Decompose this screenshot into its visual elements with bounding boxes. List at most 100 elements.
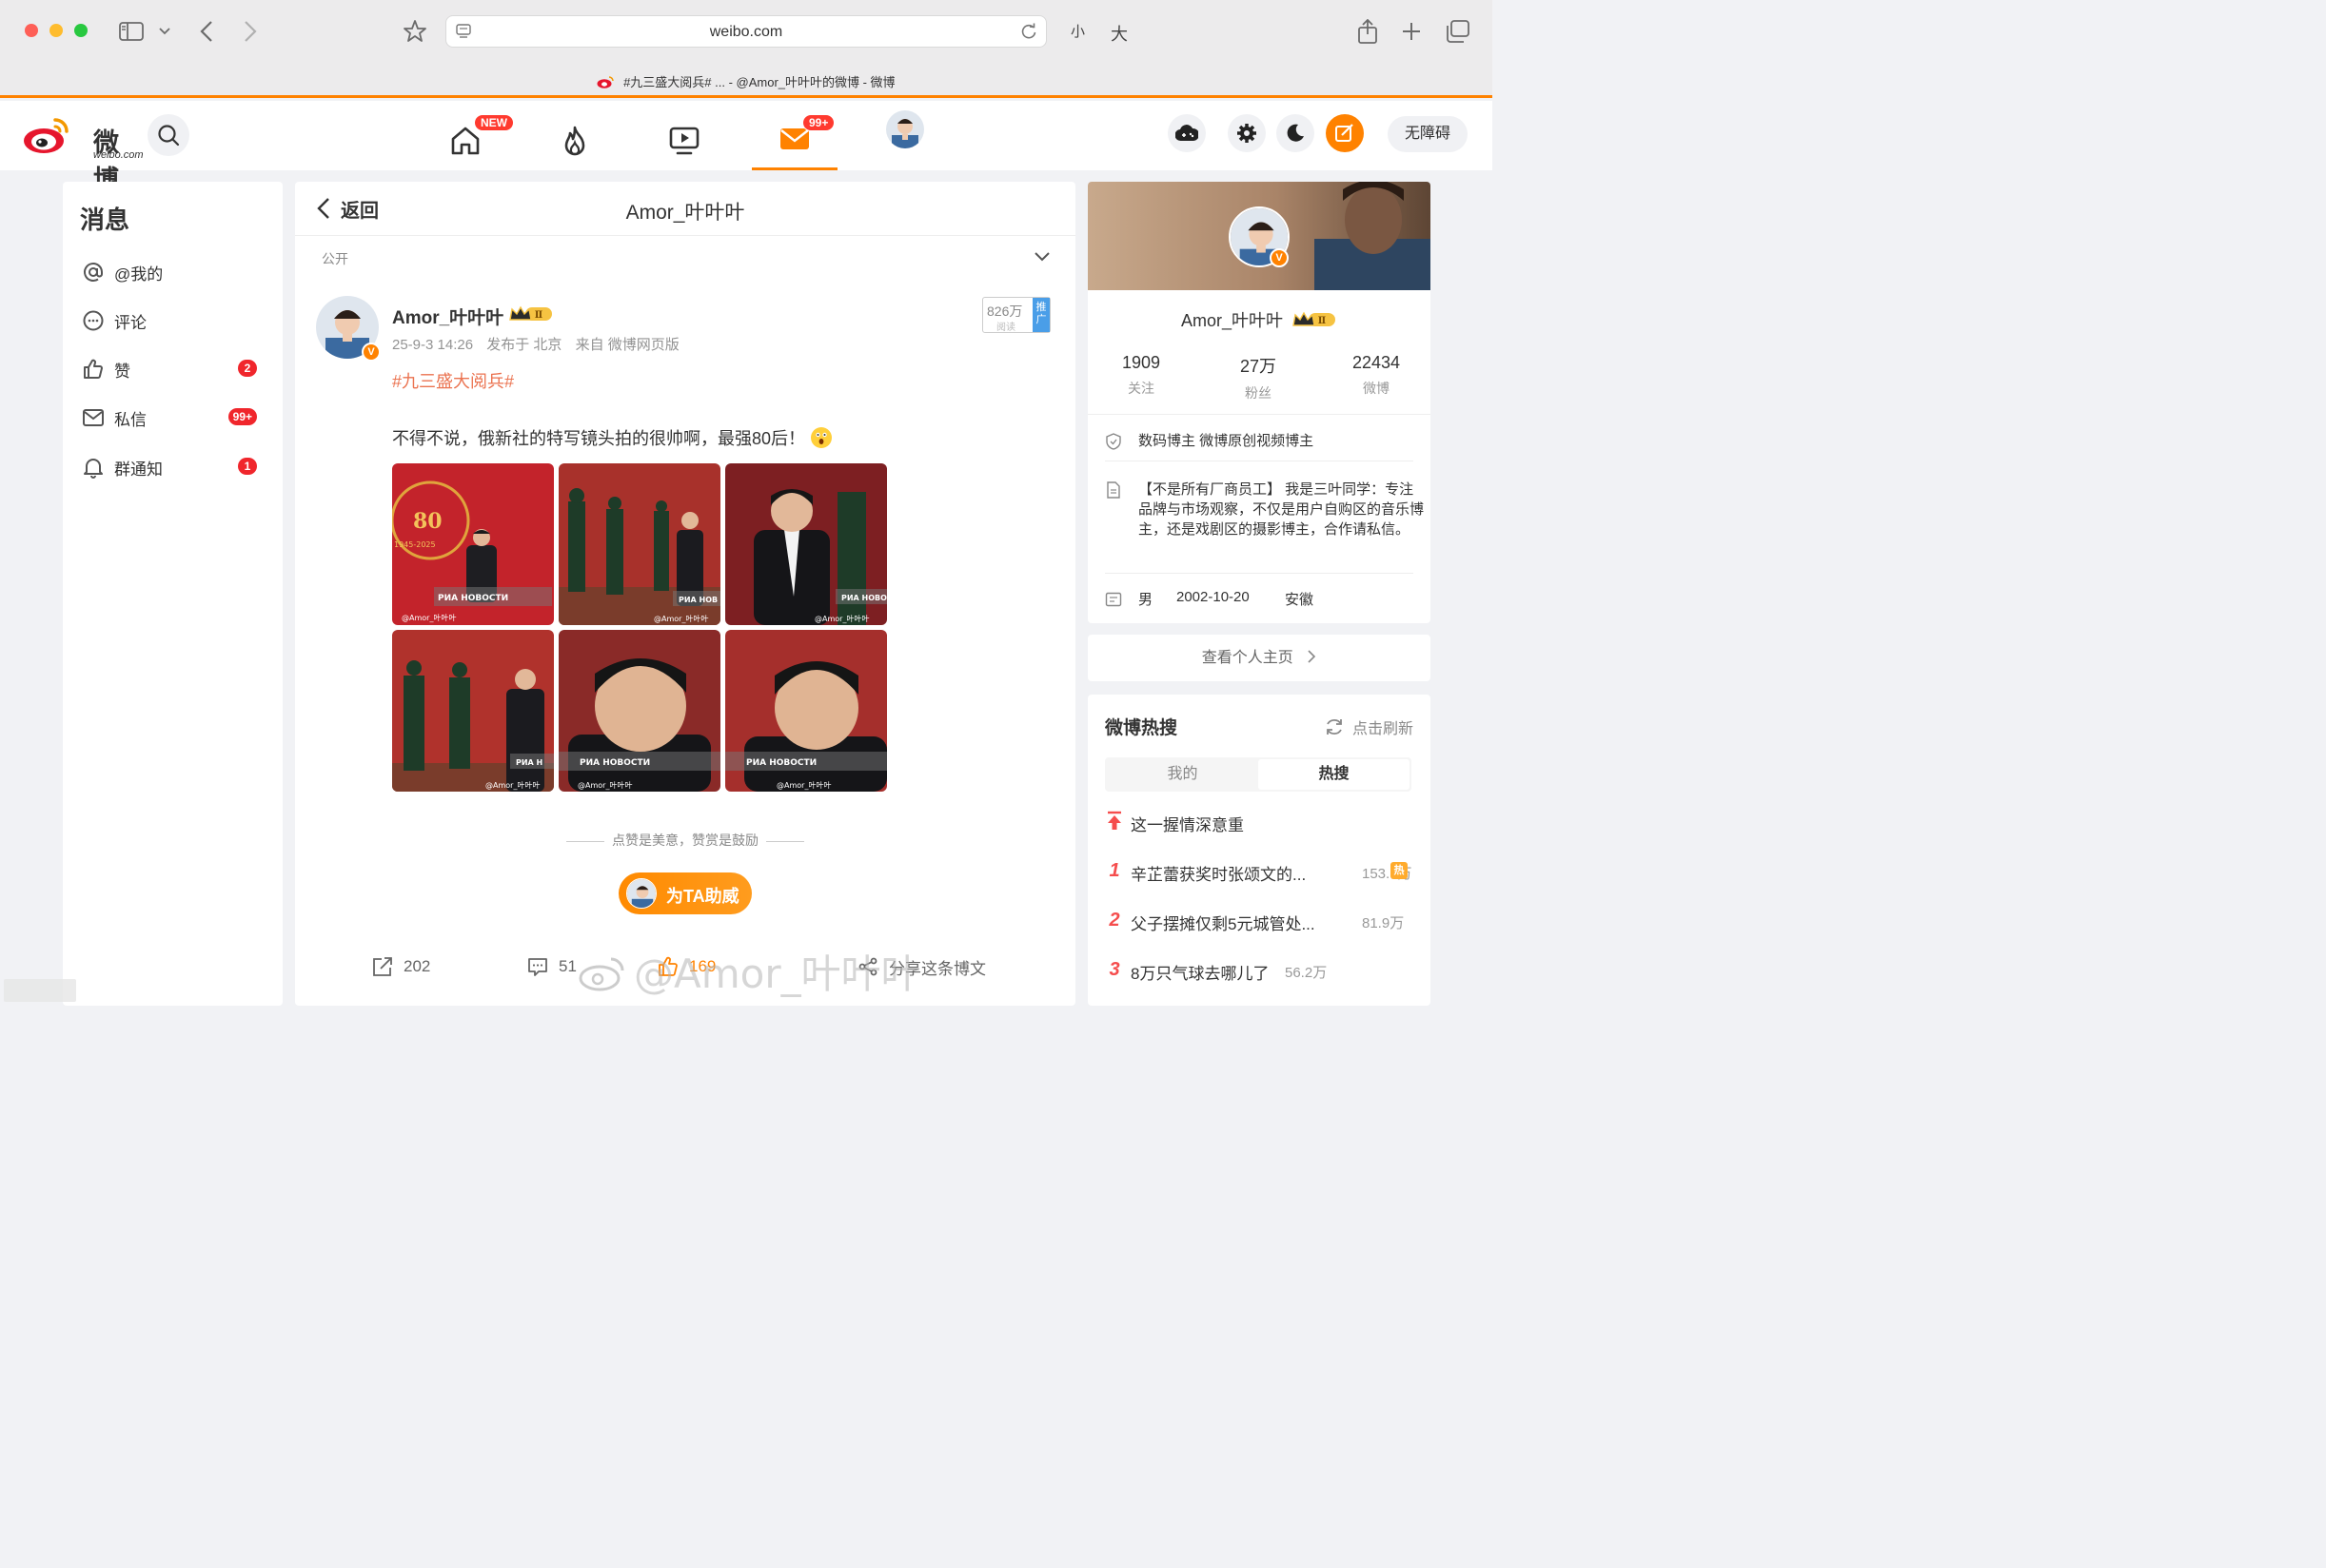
stat-following[interactable]: 1909 关注	[1088, 353, 1198, 398]
nav-profile-avatar[interactable]	[886, 110, 924, 148]
image-source-text: РИА НОВОСТИ	[580, 758, 650, 768]
crown-level-icon: Ⅱ	[509, 305, 552, 321]
sidebar-toggle-icon[interactable]	[118, 17, 145, 46]
hot-rank: 1	[1109, 860, 1120, 881]
video-icon	[669, 127, 700, 154]
image-watermark-text: @Amor_叶叶叶	[578, 781, 632, 790]
dark-mode-button[interactable]	[1276, 114, 1314, 152]
stat-number: 1909	[1121, 353, 1161, 372]
image-watermark-text: @Amor_叶叶叶	[654, 615, 708, 623]
likes-count-badge: 2	[238, 360, 257, 377]
repost-button[interactable]: 202	[371, 954, 430, 979]
messages-count-badge: 99+	[802, 114, 836, 131]
sidebar-item-comments[interactable]: 评论	[82, 302, 263, 340]
back-arrow-icon[interactable]	[194, 17, 219, 46]
hot-search-tabs: 我的 热搜	[1105, 757, 1411, 792]
cheer-label: 为TA助威	[666, 887, 739, 906]
post-hashtag-link[interactable]: #九三盛大阅兵#	[392, 368, 514, 393]
post-image[interactable]: РИА НОВ @Amor_叶叶叶	[559, 463, 720, 625]
group-notice-count-badge: 1	[238, 458, 257, 475]
new-tab-icon[interactable]	[1399, 17, 1424, 46]
nav-video-tab[interactable]	[641, 110, 727, 170]
url-text[interactable]: weibo.com	[446, 24, 1046, 41]
chevron-down-icon[interactable]	[156, 17, 173, 46]
certification-text: 数码博主 微博原创视频博主	[1138, 433, 1314, 449]
hot-search-text: 这一握情深意重	[1131, 816, 1244, 834]
hot-rank: 3	[1109, 959, 1120, 980]
profile-verified-badge: V	[1270, 248, 1289, 267]
shield-icon	[1106, 433, 1121, 450]
hot-search-text: 辛芷蕾获奖时张颂文的...	[1131, 866, 1307, 884]
hot-search-title: 微博热搜	[1105, 718, 1178, 738]
tab-mine[interactable]: 我的	[1107, 759, 1258, 790]
promote-tag[interactable]: 推广	[1033, 298, 1050, 332]
post-image[interactable]: РИА НОВО @Amor_叶叶叶	[725, 463, 887, 625]
tab-title[interactable]: #九三盛大阅兵# ... - @Amor_叶叶叶的微博 - 微博	[0, 72, 1492, 90]
search-button[interactable]	[148, 114, 189, 156]
weibo-favicon-icon	[597, 76, 615, 88]
post-image[interactable]: РИА Н @Amor_叶叶叶	[392, 630, 554, 792]
hot-search-item[interactable]: 3 8万只气球去哪儿了 56.2万	[1105, 957, 1411, 986]
hot-search-item[interactable]: 2 父子摆摊仅剩5元城管处... 81.9万	[1105, 908, 1411, 936]
post-image[interactable]: РИА НОВОСТИ @Amor_叶叶叶	[559, 630, 720, 792]
comment-button[interactable]: 51	[526, 954, 577, 979]
browser-chrome: weibo.com 小 大 #九三盛大阅兵# ... - @Amor_叶叶叶的微…	[0, 0, 1492, 98]
hot-search-item[interactable]: 1 辛芷蕾获奖时张颂文的... 153.7万	[1105, 858, 1411, 887]
minimize-window-button[interactable]	[49, 24, 63, 37]
read-count-box[interactable]: 826万 阅读 推广	[982, 297, 1051, 333]
forward-arrow-icon[interactable]	[238, 17, 263, 46]
zoom-out-button[interactable]: 小	[1071, 21, 1085, 41]
visibility-selector[interactable]: 公开	[295, 237, 1075, 277]
post-body-text: 不得不说，俄新社的特写镜头拍的很帅啊，最强80后！	[392, 425, 833, 450]
thumbs-up-icon	[84, 359, 103, 379]
hot-search-text: 父子摆摊仅剩5元城管处...	[1131, 915, 1315, 933]
view-profile-button[interactable]: 查看个人主页	[1088, 635, 1430, 681]
image-watermark-text: @Amor_叶叶叶	[402, 614, 456, 622]
sidebar-item-direct-messages[interactable]: 私信 99+	[82, 399, 263, 437]
share-icon[interactable]	[1355, 17, 1380, 46]
sidebar-item-group-notices[interactable]: 群通知 1	[82, 448, 263, 486]
fullscreen-window-button[interactable]	[74, 24, 88, 37]
bookmark-star-icon[interactable]	[402, 17, 428, 46]
hot-search-count: 56.2万	[1285, 965, 1328, 981]
sidebar-item-likes[interactable]: 赞 2	[82, 350, 263, 388]
hot-refresh-button[interactable]: 点击刷新	[1324, 715, 1413, 738]
divider	[1105, 573, 1413, 574]
tab-hot[interactable]: 热搜	[1258, 759, 1409, 790]
stat-posts[interactable]: 22434 微博	[1319, 353, 1430, 398]
sidebar-title: 消息	[80, 206, 130, 234]
stat-followers[interactable]: 27万 粉丝	[1201, 353, 1315, 402]
reload-icon[interactable]	[1019, 22, 1038, 41]
post-image[interactable]: 80 1945-2025 РИА НОВОСТИ @Amor_叶叶叶	[392, 463, 554, 625]
tab-title-text: #九三盛大阅兵# ... - @Amor_叶叶叶的微博 - 微博	[623, 75, 896, 89]
chevron-down-icon	[1035, 252, 1050, 262]
image-watermark-text: @Amor_叶叶叶	[815, 615, 869, 623]
stat-label: 微博	[1363, 381, 1390, 396]
post-author-name[interactable]: Amor_叶叶叶	[392, 304, 503, 329]
post-image[interactable]: РИА НОВОСТИ @Amor_叶叶叶	[725, 630, 887, 792]
accessibility-button[interactable]: 无障碍	[1388, 116, 1468, 152]
gear-icon	[1237, 124, 1256, 143]
image-source-text: РИА НОВО	[841, 594, 887, 602]
hot-search-card: 微博热搜 点击刷新 我的 热搜 这一握情深意重 1 辛芷蕾获奖时张颂文的... …	[1088, 695, 1430, 1006]
hot-rank: 2	[1109, 910, 1120, 931]
game-button[interactable]	[1168, 114, 1206, 152]
profile-name[interactable]: Amor_叶叶叶	[1181, 311, 1283, 330]
hot-search-pinned[interactable]: 这一握情深意重	[1105, 809, 1411, 837]
weibo-logo[interactable]: 微博 weibo.com	[23, 114, 144, 195]
post-time[interactable]: 25-9-3 14:26	[392, 337, 473, 353]
zoom-in-button[interactable]: 大	[1111, 21, 1128, 46]
nav-hot-tab[interactable]	[532, 110, 618, 170]
search-icon	[158, 125, 180, 147]
address-bar[interactable]: weibo.com	[445, 15, 1047, 48]
close-window-button[interactable]	[25, 24, 38, 37]
tab-overview-icon[interactable]	[1445, 17, 1471, 46]
sidebar-item-mentions[interactable]: @我的	[82, 253, 263, 291]
post-body-content: 不得不说，俄新社的特写镜头拍的很帅啊，最强80后！	[392, 429, 806, 448]
hot-refresh-label: 点击刷新	[1351, 721, 1413, 737]
cheer-button[interactable]: 为TA助威	[619, 872, 752, 914]
sidebar-item-label: 评论	[114, 313, 147, 332]
settings-button[interactable]	[1228, 114, 1266, 152]
compose-button[interactable]	[1326, 114, 1364, 152]
weibo-watermark-icon	[579, 957, 624, 991]
